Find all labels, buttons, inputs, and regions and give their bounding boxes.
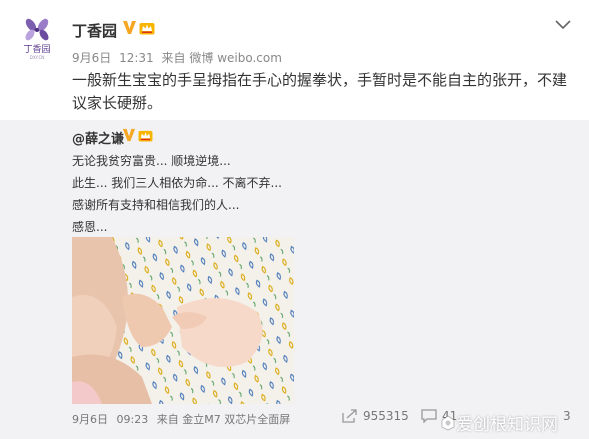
watermark-logo-icon xyxy=(441,415,455,430)
post-date[interactable]: 9月6日 xyxy=(72,51,111,65)
watermark-text: 爱创根知识网 xyxy=(456,415,558,435)
repost-meta: 9月6日 09:23 来自 金立M7 双芯片全面屏 xyxy=(72,411,295,427)
avatar-subtext: DXY.CN xyxy=(29,55,45,60)
repost-author[interactable]: @薛之谦 xyxy=(72,128,124,147)
repost-line: 感恩... xyxy=(72,220,108,234)
post-source-prefix: 来自 xyxy=(161,51,186,65)
repost-line: 无论我贫穷富贵... 顺境逆境... xyxy=(72,154,231,168)
verified-v-icon xyxy=(122,128,136,142)
comment-icon xyxy=(421,409,437,423)
repost-source-prefix: 来自 xyxy=(156,413,179,426)
chevron-down-icon[interactable] xyxy=(552,16,574,34)
baby-hand-photo xyxy=(72,237,294,404)
avatar-text: 丁香园 xyxy=(23,45,51,55)
lilac-logo-icon xyxy=(25,18,49,41)
repost-text: 无论我贫穷富贵... 顺境逆境... 此生... 我们三人相依为命... 不离不… xyxy=(72,150,282,238)
member-crown-icon xyxy=(138,130,153,142)
repost-line: 感谢所有支持和相信我们的人... xyxy=(72,198,240,212)
post-time[interactable]: 12:31 xyxy=(119,51,154,65)
repost-time[interactable]: 09:23 xyxy=(117,413,149,426)
avatar[interactable]: 丁香园 DXY.CN xyxy=(14,18,60,64)
repost-photo[interactable] xyxy=(72,237,294,404)
verified-v-icon xyxy=(123,21,136,34)
repost-card: @薛之谦 无论我贫穷富贵... 顺境逆境... 此生... 我们三人相依为命..… xyxy=(0,120,589,439)
account-name[interactable]: 丁香园 xyxy=(72,20,117,41)
repost-source[interactable]: 金立M7 双芯片全面屏 xyxy=(182,413,290,426)
weibo-post: 丁香园 DXY.CN 丁香园 9月6日 12:31 来自 微博 weibo.co… xyxy=(0,0,589,439)
member-crown-icon xyxy=(139,23,155,35)
repost-count: 955315 xyxy=(363,409,409,423)
like-count: 3 xyxy=(563,409,571,423)
post-meta: 9月6日 12:31 来自 微博 weibo.com xyxy=(72,49,286,66)
like-count-button[interactable]: 3 xyxy=(563,409,571,423)
post-text: 一般新生宝宝的手呈拇指在手心的握拳状，手暂时是不能自主的张开，不建议家长硬掰。 xyxy=(72,71,568,112)
repost-date[interactable]: 9月6日 xyxy=(72,413,108,426)
repost-count-button[interactable]: 955315 xyxy=(342,409,409,423)
repost-line: 此生... 我们三人相依为命... 不离不弃... xyxy=(72,176,282,190)
post-source[interactable]: 微博 weibo.com xyxy=(189,51,282,65)
watermark: 爱创根知识网 xyxy=(441,410,558,435)
repost-icon xyxy=(342,409,357,423)
